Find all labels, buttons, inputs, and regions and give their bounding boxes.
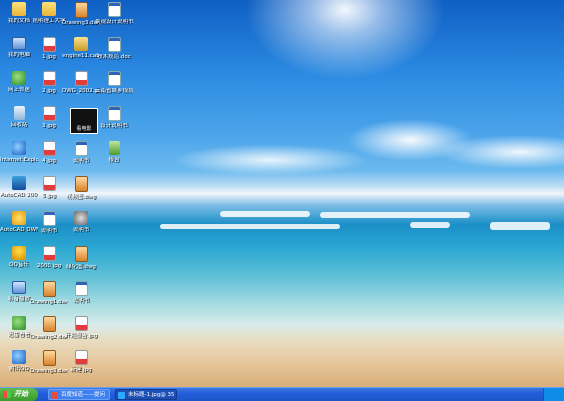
qq-icon <box>12 246 26 260</box>
qq-icon <box>12 350 26 364</box>
dwg-icon <box>74 2 88 18</box>
desktop-icon-file[interactable]: 开题报告.jpg <box>62 316 100 339</box>
icon-label: 说明书 <box>72 227 90 233</box>
desktop-icon-file[interactable]: 云南省城乡规划条例 <box>95 71 133 94</box>
desktop: 我的文档 我的电脑 网上邻居 回收站 Internet Explorer Aut… <box>0 0 564 387</box>
taskbar-item-browser[interactable]: 百度知道——提问 <box>48 389 110 400</box>
movie-shortcut[interactable]: 看电影 <box>70 108 98 134</box>
photoshop-icon <box>118 392 125 399</box>
icon-label: 景观设计说明书 <box>95 19 133 25</box>
desktop-icon-file[interactable]: 技术规范.doc <box>95 37 133 60</box>
app-icon <box>12 316 26 330</box>
image-icon <box>42 176 56 191</box>
image-icon <box>74 316 88 331</box>
wave <box>320 212 470 218</box>
image-icon <box>74 350 88 365</box>
icon-label: 说明书 <box>72 298 90 304</box>
icon-label: 技术规范.doc <box>97 54 131 60</box>
image-icon <box>42 246 56 261</box>
wave <box>220 211 310 217</box>
app-icon <box>12 281 26 294</box>
document-icon <box>74 141 88 156</box>
windows-flag-icon <box>3 391 11 398</box>
task-label: 未标题-1.jpg@ 35 <box>128 392 175 398</box>
ie-icon <box>12 141 26 155</box>
taskbar-item-photoshop[interactable]: 未标题-1.jpg@ 35 <box>115 389 177 400</box>
wave <box>490 222 550 230</box>
icon-label: 云南省城乡规划条例 <box>95 88 133 94</box>
image-icon <box>42 141 56 156</box>
taskbar: 开始 百度知道——提问 未标题-1.jpg@ 35 <box>0 387 564 401</box>
dwg-icon <box>74 176 88 192</box>
clouds <box>110 100 564 180</box>
computer-icon <box>12 37 26 50</box>
image-icon <box>74 71 88 86</box>
sun-glare <box>245 0 445 80</box>
folder-icon <box>42 2 56 16</box>
desktop-icon-file[interactable]: 报告 <box>95 141 133 163</box>
document-icon <box>107 71 121 86</box>
document-icon <box>107 37 121 52</box>
document-icon <box>107 106 121 121</box>
icon-label: 报告 <box>108 157 120 163</box>
desktop-icon-file[interactable]: 新建.jpg <box>62 350 100 373</box>
desktop-icon-file[interactable]: 绿化图.dwg <box>62 246 100 270</box>
browser-icon <box>51 392 58 399</box>
icon-label: 看电影 <box>76 126 92 132</box>
cab-icon <box>74 37 88 51</box>
task-label: 百度知道——提问 <box>61 392 106 398</box>
start-label: 开始 <box>14 390 28 398</box>
icon-label: 3.jpg <box>42 123 56 129</box>
folder-icon <box>12 2 26 16</box>
wave <box>410 222 450 228</box>
wave <box>160 224 340 229</box>
start-button[interactable]: 开始 <box>0 388 38 401</box>
app-icon <box>12 211 26 225</box>
image-icon <box>42 106 56 121</box>
dwg-icon <box>42 316 56 332</box>
database-icon <box>108 141 120 155</box>
desktop-icon-file[interactable]: 景观设计说明书 <box>95 2 133 25</box>
desktop-icon-file[interactable]: 视频图.dwg <box>62 176 100 200</box>
desktop-icon-file[interactable]: 说明书 <box>62 281 100 304</box>
icon-label: 视频图.dwg <box>66 194 96 200</box>
system-tray[interactable] <box>543 388 564 401</box>
recycle-bin-icon <box>13 106 25 120</box>
desktop-icon-file[interactable]: 3.jpg <box>30 106 68 129</box>
image-icon <box>42 37 56 52</box>
dwg-icon <box>74 246 88 262</box>
desktop-icon-file[interactable]: 设计说明书 <box>95 106 133 129</box>
settings-icon <box>74 211 88 225</box>
icon-label: 绿化图.dwg <box>66 264 96 270</box>
document-icon <box>74 281 88 296</box>
image-icon <box>42 71 56 86</box>
icon-label: 开题报告.jpg <box>64 333 98 339</box>
icon-label: 设计说明书 <box>100 123 128 129</box>
desktop-icon-file[interactable]: 说明书 <box>62 211 100 233</box>
icon-label: 新建.jpg <box>70 367 92 373</box>
document-icon <box>42 211 56 226</box>
document-icon <box>107 2 121 17</box>
network-icon <box>12 71 26 85</box>
dwg-icon <box>42 281 56 297</box>
autocad-icon <box>12 176 26 190</box>
dwg-icon <box>42 350 56 366</box>
